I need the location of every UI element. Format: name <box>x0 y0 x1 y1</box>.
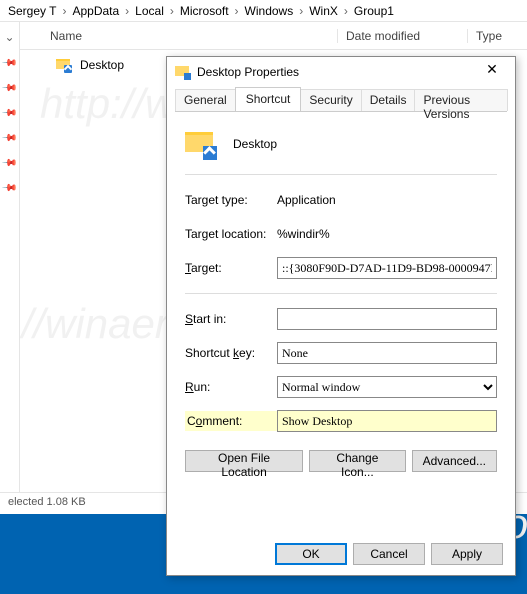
shortcutkey-label: Shortcut key: <box>185 346 277 360</box>
shortcut-folder-icon <box>56 57 72 73</box>
quick-access-rail: ⌄ 📌 📌 📌 📌 📌 📌 <box>0 22 20 492</box>
chevron-down-icon[interactable]: ⌄ <box>4 30 14 44</box>
pin-icon[interactable]: 📌 <box>1 155 18 172</box>
crumb-item[interactable]: AppData <box>68 4 123 18</box>
column-headers[interactable]: Name Date modified Type <box>20 22 527 50</box>
crumb-item[interactable]: Sergey T <box>4 4 60 18</box>
dialog-titlebar[interactable]: Desktop Properties ✕ <box>167 57 515 87</box>
target-location-label: Target location: <box>185 227 277 241</box>
pin-icon[interactable]: 📌 <box>1 55 18 72</box>
shortcut-folder-icon <box>185 128 217 160</box>
target-type-value: Application <box>277 193 497 207</box>
startin-input[interactable] <box>277 308 497 330</box>
shortcut-folder-icon <box>175 64 191 80</box>
chevron-right-icon: › <box>233 4 241 18</box>
tab-strip: General Shortcut Security Details Previo… <box>175 87 507 111</box>
comment-label: Comment: <box>185 411 277 431</box>
pin-icon[interactable]: 📌 <box>1 80 18 97</box>
comment-input[interactable] <box>277 410 497 432</box>
tab-general[interactable]: General <box>175 89 236 111</box>
change-icon-button[interactable]: Change Icon... <box>309 450 405 472</box>
shortcutkey-input[interactable] <box>277 342 497 364</box>
run-label: Run: <box>185 380 277 394</box>
chevron-right-icon: › <box>60 4 68 18</box>
target-input[interactable] <box>277 257 497 279</box>
open-file-location-button[interactable]: Open File Location <box>185 450 303 472</box>
chevron-right-icon: › <box>342 4 350 18</box>
target-label: Target: <box>185 261 277 275</box>
column-type[interactable]: Type <box>467 29 527 43</box>
run-select[interactable]: Normal window <box>277 376 497 398</box>
dialog-title: Desktop Properties <box>197 65 299 79</box>
chevron-right-icon: › <box>123 4 131 18</box>
pin-icon[interactable]: 📌 <box>1 180 18 197</box>
crumb-item[interactable]: WinX <box>305 4 342 18</box>
target-location-value: %windir% <box>277 227 497 241</box>
crumb-item[interactable]: Local <box>131 4 168 18</box>
cancel-button[interactable]: Cancel <box>353 543 425 565</box>
apply-button[interactable]: Apply <box>431 543 503 565</box>
chevron-right-icon: › <box>297 4 305 18</box>
startin-label: Start in: <box>185 312 277 326</box>
column-date[interactable]: Date modified <box>337 29 467 43</box>
breadcrumb[interactable]: Sergey T› AppData› Local› Microsoft› Win… <box>0 0 527 22</box>
close-icon[interactable]: ✕ <box>477 61 507 83</box>
tab-details[interactable]: Details <box>361 89 416 111</box>
crumb-item[interactable]: Group1 <box>350 4 398 18</box>
column-name[interactable]: Name <box>50 29 337 43</box>
advanced-button[interactable]: Advanced... <box>412 450 497 472</box>
tab-previous-versions[interactable]: Previous Versions <box>414 89 508 111</box>
crumb-item[interactable]: Windows <box>241 4 298 18</box>
crumb-item[interactable]: Microsoft <box>176 4 233 18</box>
properties-dialog: Desktop Properties ✕ General Shortcut Se… <box>166 56 516 576</box>
pin-icon[interactable]: 📌 <box>1 130 18 147</box>
ok-button[interactable]: OK <box>275 543 347 565</box>
chevron-right-icon: › <box>168 4 176 18</box>
target-type-label: Target type: <box>185 193 277 207</box>
tab-shortcut[interactable]: Shortcut <box>235 87 302 111</box>
pin-icon[interactable]: 📌 <box>1 105 18 122</box>
shortcut-name: Desktop <box>233 137 277 151</box>
tab-security[interactable]: Security <box>300 89 361 111</box>
